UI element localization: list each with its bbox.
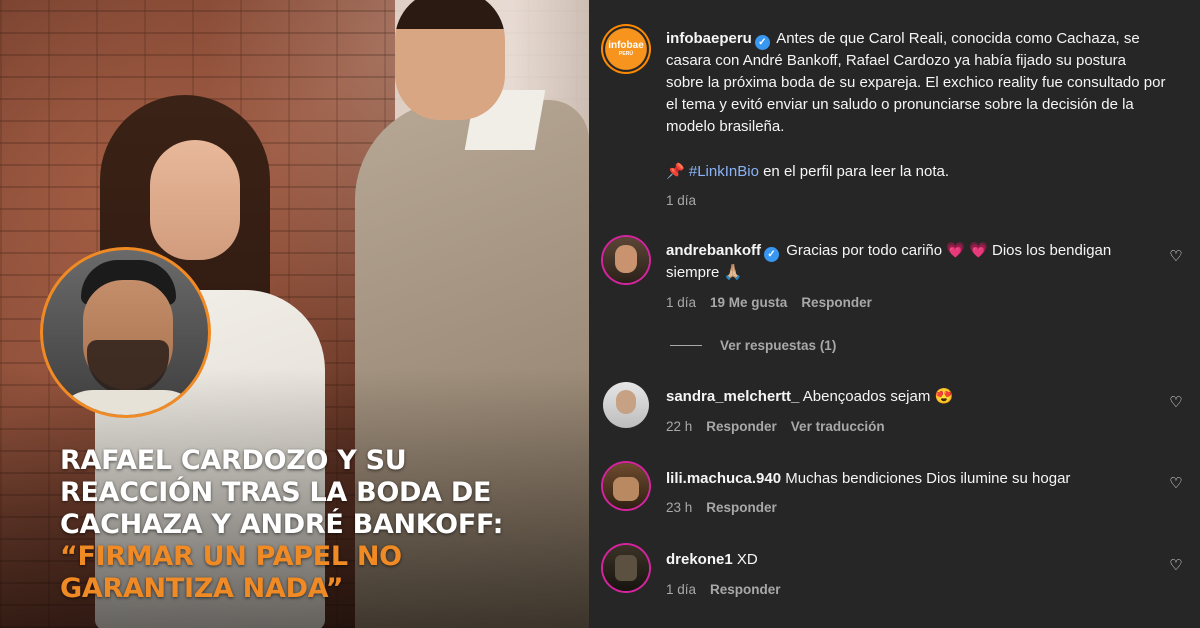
hashtag-suffix: en el perfil para leer la nota. [763,163,950,180]
headline-quote-line-2: garantiza nada” [60,573,344,604]
headline: Rafael Cardozo y su reacción tras la bod… [60,445,580,605]
comment-avatar[interactable] [603,382,649,428]
infobae-logo: infobae PERÚ [601,24,651,74]
heart-eyes-emoji-icon: 😍 [934,388,954,405]
bride-face [150,140,240,260]
inset-portrait [40,247,211,418]
comment-text: XD [736,551,758,568]
portrait-shirt [53,390,204,415]
comment-username[interactable]: sandra_melchertt_ [666,388,799,405]
view-replies-label: Ver respuestas (1) [720,338,837,353]
reply-button[interactable]: Responder [706,419,777,434]
verified-badge-icon: ✓ [764,247,780,262]
reply-button[interactable]: Responder [801,295,872,310]
comment-avatar[interactable] [603,463,649,509]
view-replies-button[interactable]: Ver respuestas (1) [670,338,836,353]
comment-time[interactable]: 1 día [666,295,696,310]
comment-username[interactable]: drekone1 [666,551,733,568]
groom-head [395,0,505,120]
comment-meta: 1 día 19 Me gusta Responder [666,295,872,310]
heart-outline-icon[interactable]: ♡ [1168,558,1184,574]
comment-body: andrebankoff ✓ Gracias por todo cariño 💗 … [666,240,1156,284]
comment-text: Abençoados sejam [802,388,931,405]
verified-badge-icon: ✓ [754,35,770,50]
comment-time[interactable]: 1 día [666,582,696,597]
hashtag-link[interactable]: #LinkInBio [689,163,759,180]
headline-line-1: Rafael Cardozo y su [60,445,407,476]
reply-button[interactable]: Responder [706,500,777,515]
comment-text: Muchas bendiciones Dios ilumine su hogar [785,470,1071,487]
comment-text: Gracias por todo cariño [786,242,943,259]
replies-divider [670,345,702,346]
heart-outline-icon[interactable]: ♡ [1168,476,1184,492]
post-meta: 1 día [666,193,696,208]
post-caption: infobaeperu ✓ Antes de que Carol Reali, c… [666,28,1166,138]
comment-body: drekone1 XD [666,549,1166,571]
comment-username[interactable]: lili.machuca.940 [666,470,781,487]
avatar-face [616,390,636,414]
heart-outline-icon[interactable]: ♡ [1168,249,1184,265]
avatar-face [615,245,637,273]
comment-meta: 22 h Responder Ver traducción [666,419,885,434]
headline-quote-line-1: “Firmar un papel no [60,541,402,572]
post-image: Rafael Cardozo y su reacción tras la bod… [0,0,589,628]
avatar-face [613,477,639,501]
comment-time[interactable]: 22 h [666,419,692,434]
heart-emoji-icon: 💗 💗 [946,242,988,259]
comment-meta: 1 día Responder [666,582,781,597]
post-author-username[interactable]: infobaeperu [666,30,752,47]
praying-hands-emoji-icon: 🙏🏼 [723,264,743,281]
logo-text: infobae [608,40,644,51]
comment-likes[interactable]: 19 Me gusta [710,295,787,310]
comment-meta: 23 h Responder [666,500,777,515]
pushpin-icon: 📌 [666,163,685,180]
comment-avatar[interactable] [603,237,649,283]
caption-link-line: 📌 #LinkInBio en el perfil para leer la n… [666,161,1166,183]
post-author-avatar[interactable]: infobae PERÚ [601,24,651,74]
comment-body: sandra_melchertt_ Abençoados sejam 😍 [666,386,1166,408]
comment-avatar[interactable] [603,545,649,591]
comment-username[interactable]: andrebankoff [666,242,761,259]
heart-outline-icon[interactable]: ♡ [1168,395,1184,411]
comment-body: lili.machuca.940 Muchas bendiciones Dios… [666,468,1166,490]
post-time[interactable]: 1 día [666,193,696,208]
headline-line-2: reacción tras la boda de [60,477,492,508]
see-translation-button[interactable]: Ver traducción [791,419,885,434]
headline-line-3: Cachaza y André Bankoff: [60,509,504,540]
logo-subtext: PERÚ [619,51,633,57]
portrait-beard [87,340,169,395]
reply-button[interactable]: Responder [710,582,781,597]
comment-time[interactable]: 23 h [666,500,692,515]
avatar-figure [615,555,637,581]
